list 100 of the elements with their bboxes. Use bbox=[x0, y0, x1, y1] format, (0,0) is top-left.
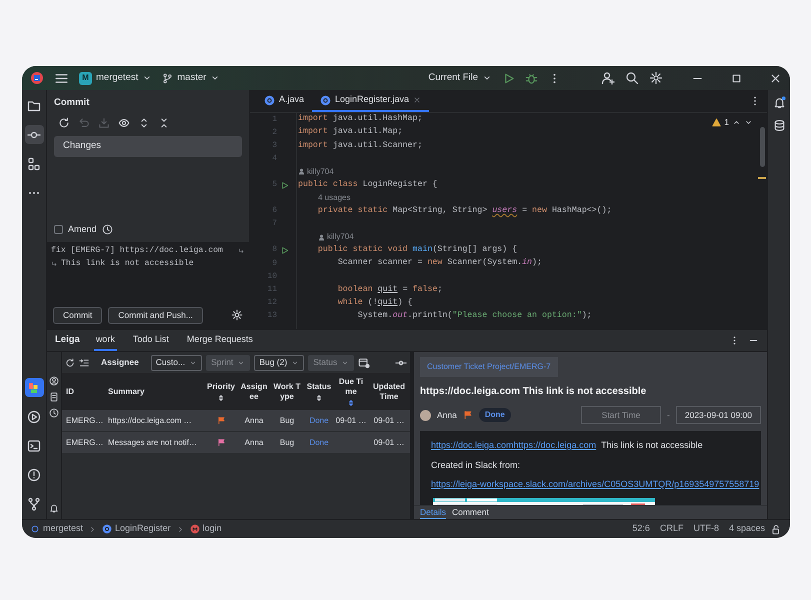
table-cell-text: 09-01 … bbox=[372, 414, 406, 426]
more-icon bbox=[27, 190, 41, 194]
maximize-icon[interactable] bbox=[730, 72, 743, 84]
code-line: import java.util.Scanner; bbox=[298, 140, 422, 152]
sort-icon[interactable] bbox=[315, 394, 323, 402]
project-switcher[interactable]: M mergetest bbox=[79, 70, 152, 86]
caret-position[interactable]: 52:6 bbox=[632, 522, 650, 536]
notification-icon[interactable] bbox=[49, 503, 59, 513]
code-line: private static Map<String, String> users = new HashMap<>(); bbox=[316, 204, 612, 217]
tool-tab[interactable]: Merge Requests bbox=[184, 330, 255, 351]
refresh-icon[interactable] bbox=[58, 117, 70, 130]
description-text: This link is not accessible bbox=[601, 439, 703, 452]
sort-icon[interactable] bbox=[347, 398, 355, 406]
amend-checkbox[interactable] bbox=[54, 224, 63, 234]
column-header[interactable]: Status bbox=[306, 382, 332, 392]
column-header[interactable]: Due Time bbox=[336, 376, 366, 396]
line-separator[interactable]: CRLF bbox=[660, 522, 684, 536]
table-row[interactable]: EMERG… https://doc.leiga.com … Anna Bug Done 09-01 … 09-01 … bbox=[62, 410, 410, 432]
link[interactable]: https://leiga-workspace.slack.com/archives/C05OS3UMTQR/p1693549757558719 bbox=[431, 478, 760, 492]
file-encoding[interactable]: UTF-8 bbox=[693, 522, 719, 536]
run-gutter-icon[interactable] bbox=[280, 246, 289, 255]
table-cell-text: EMERG… bbox=[65, 436, 104, 448]
close-icon[interactable] bbox=[769, 72, 782, 84]
link[interactable]: https://doc.leiga.comhttps://doc.leiga.com bbox=[431, 439, 596, 452]
editor-tab[interactable]: LoginRegister.java bbox=[312, 90, 430, 112]
run-icon[interactable] bbox=[502, 72, 515, 84]
tool-tab[interactable]: Todo List bbox=[130, 330, 171, 351]
message-line: fix [EMERG-7] https://doc.leiga.com bbox=[51, 245, 223, 257]
add-view-icon[interactable] bbox=[358, 356, 370, 368]
class-icon bbox=[320, 94, 332, 106]
code-line: Scanner scanner = new Scanner(System.in); bbox=[336, 257, 542, 270]
assignee-name: Anna bbox=[437, 408, 457, 422]
scrollbar[interactable] bbox=[760, 127, 764, 167]
filter-dropdown[interactable]: Custo... bbox=[150, 354, 202, 370]
indent-setting[interactable]: 4 spaces bbox=[728, 522, 765, 536]
warning-count[interactable]: 1 bbox=[724, 116, 729, 129]
column-header[interactable]: Assignee bbox=[240, 382, 268, 402]
app-logo[interactable] bbox=[30, 71, 44, 85]
filter-dropdown[interactable]: Bug (2) bbox=[254, 354, 304, 370]
editor-tab[interactable]: A.java bbox=[256, 90, 312, 112]
warning-icon bbox=[712, 118, 722, 127]
table-cell-text: Anna bbox=[244, 414, 264, 426]
history-icon[interactable] bbox=[102, 224, 113, 235]
column-header[interactable]: Priority bbox=[206, 382, 235, 392]
column-header[interactable]: Summary bbox=[108, 386, 144, 396]
column-header[interactable]: Updated Time bbox=[370, 382, 408, 402]
chevron-icon bbox=[89, 526, 96, 532]
leiga-tool-button[interactable] bbox=[24, 378, 44, 397]
end-time-field[interactable]: 2023-09-01 09:00 bbox=[676, 406, 761, 424]
table-cell-text: 09-01 … bbox=[372, 436, 406, 448]
database-icon[interactable] bbox=[772, 119, 786, 132]
settings-icon[interactable] bbox=[231, 309, 243, 321]
notification-icon[interactable] bbox=[772, 96, 786, 109]
person-icon[interactable] bbox=[49, 376, 59, 386]
sort-icon[interactable] bbox=[217, 394, 225, 402]
range-separator: - bbox=[667, 408, 670, 422]
settings-icon[interactable] bbox=[649, 71, 663, 85]
author-hint: killy704 bbox=[318, 231, 354, 244]
message-line: This link is not accessible bbox=[61, 258, 194, 270]
collapse-list-icon[interactable] bbox=[79, 358, 89, 368]
usages-hint[interactable]: 4 usages bbox=[318, 192, 350, 204]
issue-title: https://doc.leiga.com This link is not accessible bbox=[420, 385, 648, 399]
refresh-icon[interactable] bbox=[65, 358, 75, 368]
run-icon bbox=[27, 410, 41, 424]
run-gutter-icon[interactable] bbox=[280, 180, 289, 190]
table-cell-text: Done bbox=[308, 436, 330, 448]
document-icon[interactable] bbox=[49, 392, 59, 402]
table-cell-text: 09-01 … bbox=[334, 414, 368, 426]
table-cell-text: Messages are not notif… bbox=[107, 436, 198, 448]
commit-button[interactable]: Commit and Push... bbox=[108, 306, 203, 324]
author-hint: killy704 bbox=[298, 166, 334, 178]
status-badge[interactable]: Done bbox=[478, 408, 511, 422]
add-user-icon[interactable] bbox=[601, 71, 615, 85]
code-line: boolean quit = false; bbox=[336, 284, 442, 296]
table-cell-text: https://doc.leiga.com … bbox=[107, 414, 193, 426]
clock-icon[interactable] bbox=[49, 408, 59, 418]
table-row[interactable]: EMERG… Messages are not notif… Anna Bug Done 09-01 … bbox=[62, 432, 410, 454]
problems-icon bbox=[27, 468, 41, 482]
branch-icon bbox=[162, 72, 174, 84]
folder-icon bbox=[27, 98, 41, 112]
class-icon bbox=[102, 524, 112, 534]
column-header[interactable]: ID bbox=[66, 386, 74, 396]
debug-icon[interactable] bbox=[525, 72, 538, 84]
chevron-icon bbox=[176, 526, 184, 532]
commit-button[interactable]: Commit bbox=[53, 306, 102, 324]
column-header[interactable]: Work Type bbox=[272, 382, 302, 402]
breadcrumb-item[interactable]: LoginRegister bbox=[102, 522, 171, 536]
warning-marker bbox=[758, 177, 766, 179]
search-icon[interactable] bbox=[625, 71, 639, 85]
breadcrumb-item[interactable]: mergetest bbox=[30, 522, 84, 536]
lock-icon[interactable] bbox=[771, 524, 782, 534]
commit-message-field[interactable]: fix [EMERG-7] https://doc.leiga.com This link is not accessible bbox=[47, 242, 249, 301]
detail-tab[interactable]: Comment bbox=[452, 506, 489, 519]
run-configuration[interactable]: Current File bbox=[428, 70, 492, 86]
commit-tool-button[interactable] bbox=[24, 125, 44, 144]
checkbox-label: Amend bbox=[68, 222, 97, 236]
changes-group[interactable]: Changes bbox=[54, 136, 242, 156]
branch-switcher[interactable]: master bbox=[162, 70, 220, 86]
eye-icon[interactable] bbox=[118, 117, 130, 130]
breadcrumb-item[interactable]: login bbox=[190, 522, 222, 536]
